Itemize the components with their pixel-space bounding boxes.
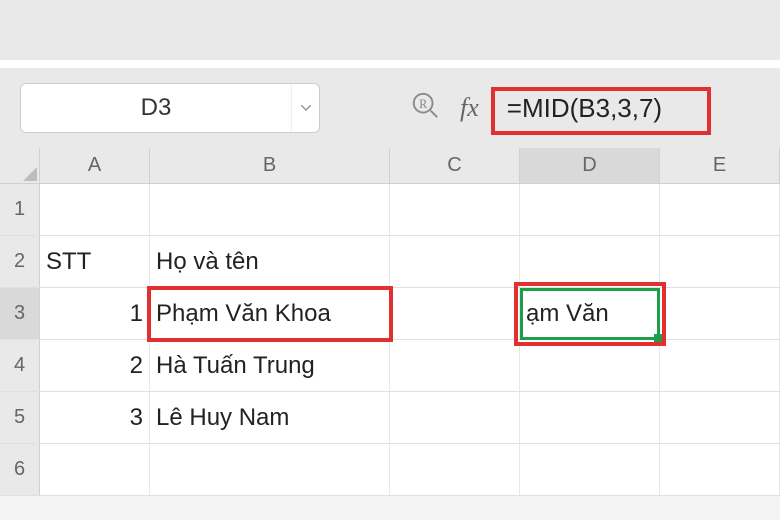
cell-D3[interactable]: ạm Văn	[520, 288, 660, 339]
formula-bar: D3 R fx =MID(B3,3,7)	[0, 68, 780, 148]
cell-D1[interactable]	[520, 184, 660, 235]
name-box-value: D3	[21, 94, 291, 122]
cell-A6[interactable]	[40, 444, 150, 495]
cell-E5[interactable]	[660, 392, 780, 443]
cell-C5[interactable]	[390, 392, 520, 443]
ribbon-area	[0, 0, 780, 60]
cell-C3[interactable]	[390, 288, 520, 339]
cell-C4[interactable]	[390, 340, 520, 391]
col-header-A[interactable]: A	[40, 148, 150, 183]
col-header-E[interactable]: E	[660, 148, 780, 183]
divider	[0, 60, 780, 68]
insert-function-icon[interactable]: fx	[460, 93, 479, 123]
cell-A4[interactable]: 2	[40, 340, 150, 391]
col-header-B[interactable]: B	[150, 148, 390, 183]
column-headers: A B C D E	[0, 148, 780, 184]
cell-A1[interactable]	[40, 184, 150, 235]
cell-D6[interactable]	[520, 444, 660, 495]
cell-D5[interactable]	[520, 392, 660, 443]
cell-E6[interactable]	[660, 444, 780, 495]
row-header-2[interactable]: 2	[0, 236, 40, 287]
cell-B3[interactable]: Phạm Văn Khoa	[150, 288, 390, 339]
cell-C2[interactable]	[390, 236, 520, 287]
cell-B2[interactable]: Họ và tên	[150, 236, 390, 287]
cell-E1[interactable]	[660, 184, 780, 235]
row-4: 4 2 Hà Tuấn Trung	[0, 340, 780, 392]
row-2: 2 STT Họ và tên	[0, 236, 780, 288]
formula-input[interactable]: =MID(B3,3,7)	[499, 89, 670, 127]
cell-C1[interactable]	[390, 184, 520, 235]
cell-E3[interactable]	[660, 288, 780, 339]
cell-A3[interactable]: 1	[40, 288, 150, 339]
row-header-3[interactable]: 3	[0, 288, 40, 339]
row-header-4[interactable]: 4	[0, 340, 40, 391]
cell-C6[interactable]	[390, 444, 520, 495]
row-6: 6	[0, 444, 780, 496]
worksheet[interactable]: A B C D E 1 2 STT Họ và tên 3 1 Phạm Văn…	[0, 148, 780, 496]
lookup-icon[interactable]: R	[410, 90, 440, 126]
row-header-6[interactable]: 6	[0, 444, 40, 495]
row-3: 3 1 Phạm Văn Khoa ạm Văn	[0, 288, 780, 340]
row-5: 5 3 Lê Huy Nam	[0, 392, 780, 444]
cell-B1[interactable]	[150, 184, 390, 235]
cell-E2[interactable]	[660, 236, 780, 287]
cell-A2[interactable]: STT	[40, 236, 150, 287]
cell-E4[interactable]	[660, 340, 780, 391]
select-all-corner[interactable]	[0, 148, 40, 183]
col-header-D[interactable]: D	[520, 148, 660, 183]
row-header-5[interactable]: 5	[0, 392, 40, 443]
cell-D4[interactable]	[520, 340, 660, 391]
name-box[interactable]: D3	[20, 83, 320, 133]
svg-text:R: R	[419, 97, 428, 111]
name-box-dropdown-icon[interactable]	[291, 84, 319, 132]
cell-D2[interactable]	[520, 236, 660, 287]
cell-B6[interactable]	[150, 444, 390, 495]
cell-B5[interactable]: Lê Huy Nam	[150, 392, 390, 443]
row-1: 1	[0, 184, 780, 236]
row-header-1[interactable]: 1	[0, 184, 40, 235]
cell-A5[interactable]: 3	[40, 392, 150, 443]
cell-B4[interactable]: Hà Tuấn Trung	[150, 340, 390, 391]
col-header-C[interactable]: C	[390, 148, 520, 183]
